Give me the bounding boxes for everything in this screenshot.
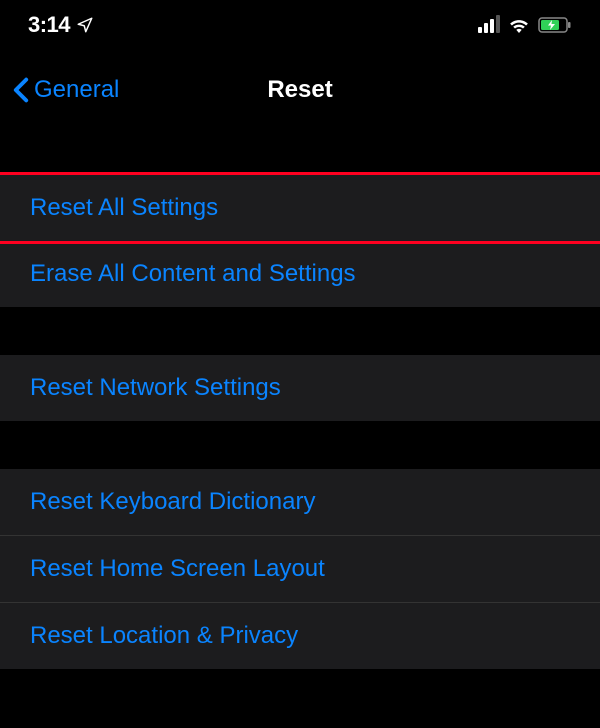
cellular-signal-icon [478,17,500,33]
status-left: 3:14 [28,12,94,38]
list-section-2: Reset Network Settings [0,355,600,421]
status-time: 3:14 [28,12,70,38]
back-label: General [34,76,119,104]
chevron-left-icon [12,77,30,103]
reset-keyboard-dictionary-item[interactable]: Reset Keyboard Dictionary [0,469,600,536]
section-gap [0,307,600,355]
location-arrow-icon [76,16,94,34]
back-button[interactable]: General [12,76,119,104]
wifi-icon [508,17,530,33]
list-section-3: Reset Keyboard Dictionary Reset Home Scr… [0,469,600,669]
status-bar: 3:14 [0,0,600,50]
reset-home-screen-layout-item[interactable]: Reset Home Screen Layout [0,536,600,603]
navigation-bar: General Reset [0,60,600,120]
reset-network-settings-item[interactable]: Reset Network Settings [0,355,600,421]
erase-all-content-item[interactable]: Erase All Content and Settings [0,241,600,307]
reset-all-settings-item[interactable]: Reset All Settings [0,172,600,244]
status-right [478,17,572,33]
list-section-1: Reset All Settings Erase All Content and… [0,172,600,307]
reset-location-privacy-item[interactable]: Reset Location & Privacy [0,603,600,669]
section-gap [0,421,600,469]
page-title: Reset [267,76,332,104]
battery-charging-icon [538,17,572,33]
section-gap [0,120,600,175]
